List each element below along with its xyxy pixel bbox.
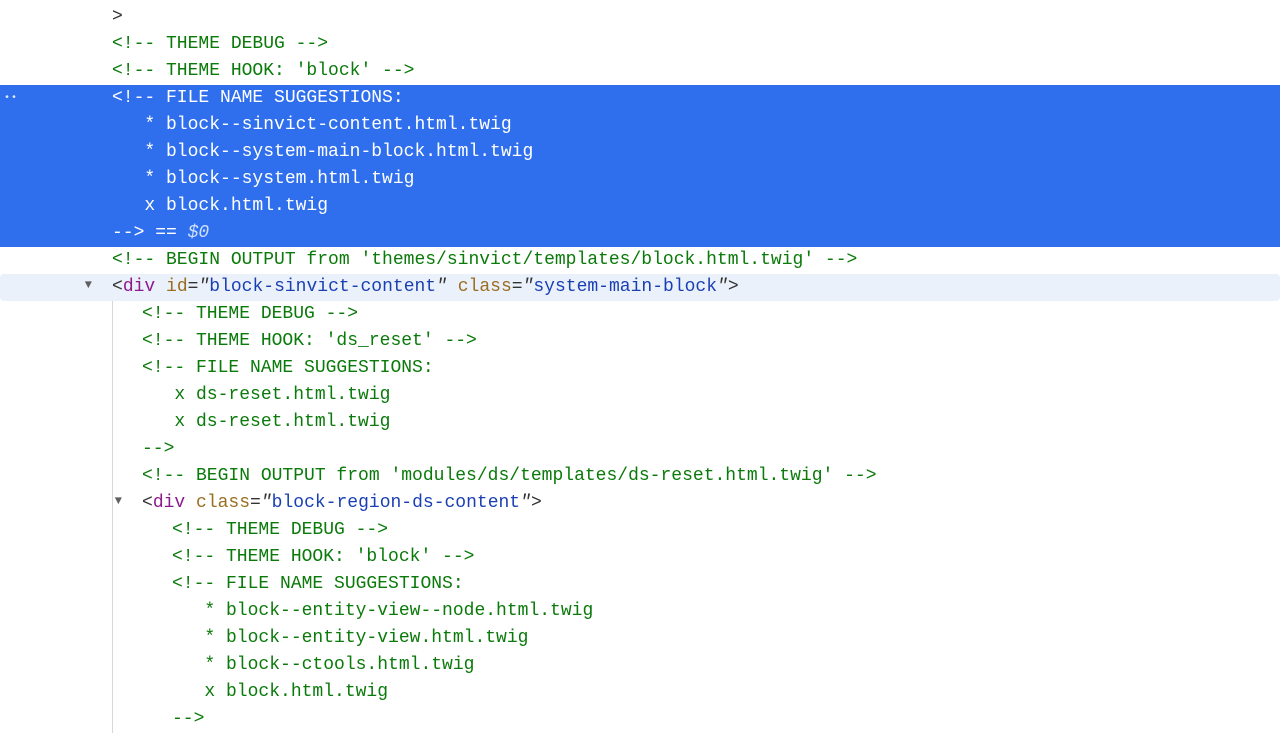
code-line-element[interactable]: ▼<div class="block-region-ds-content"> (0, 490, 1280, 517)
comment-suggestion: * block--entity-view--node.html.twig (92, 601, 593, 621)
attr-class: class (196, 493, 250, 513)
ellipsis-icon: •• (4, 91, 18, 106)
code-line-comment[interactable]: <!-- THEME DEBUG --> (0, 301, 1280, 328)
attr-class-value: system-main-block (533, 277, 717, 297)
code-line-comment[interactable]: <!-- THEME HOOK: 'ds_reset' --> (0, 328, 1280, 355)
comment-end: --> (92, 439, 174, 459)
code-line-comment[interactable]: --> (0, 436, 1280, 463)
comment-text: <!-- THEME DEBUG --> (92, 520, 388, 540)
stray-close: > (92, 7, 123, 27)
attr-class-value: block-region-ds-content (272, 493, 520, 513)
code-line-comment[interactable]: <!-- THEME DEBUG --> (0, 517, 1280, 544)
code-line-comment[interactable]: <!-- FILE NAME SUGGESTIONS: (0, 571, 1280, 598)
comment-text: <!-- THEME HOOK: 'ds_reset' --> (92, 331, 477, 351)
code-line-comment[interactable]: * block--entity-view.html.twig (0, 625, 1280, 652)
comment-text: <!-- THEME HOOK: 'block' --> (92, 61, 414, 81)
code-line[interactable]: > (0, 4, 1280, 31)
code-line-comment[interactable]: <!-- THEME DEBUG --> (0, 31, 1280, 58)
comment-text: <!-- FILE NAME SUGGESTIONS: (92, 574, 464, 594)
code-line-comment[interactable]: <!-- FILE NAME SUGGESTIONS: (0, 355, 1280, 382)
comment-text: <!-- THEME DEBUG --> (92, 304, 358, 324)
code-line-comment[interactable]: <!-- BEGIN OUTPUT from 'modules/ds/templ… (0, 463, 1280, 490)
code-line-selected[interactable]: •• <!-- FILE NAME SUGGESTIONS: (0, 85, 1280, 112)
comment-text: <!-- FILE NAME SUGGESTIONS: (92, 358, 434, 378)
code-line-selected[interactable]: * block--sinvict-content.html.twig (0, 112, 1280, 139)
comment-suggestion: * block--sinvict-content.html.twig (92, 115, 512, 135)
code-line-comment[interactable]: * block--entity-view--node.html.twig (0, 598, 1280, 625)
comment-end: --> (92, 709, 204, 729)
chevron-down-icon[interactable]: ▼ (85, 276, 92, 294)
comment-text: <!-- BEGIN OUTPUT from 'modules/ds/templ… (92, 466, 877, 486)
code-line-comment[interactable]: <!-- THEME HOOK: 'block' --> (0, 544, 1280, 571)
code-line-selected[interactable]: * block--system.html.twig (0, 166, 1280, 193)
attr-id-value: block-sinvict-content (209, 277, 436, 297)
dollar-zero: $0 (188, 223, 210, 243)
comment-suggestion: * block--system.html.twig (92, 169, 414, 189)
code-line-element[interactable]: ▼<div id="block-sinvict-content" class="… (0, 274, 1280, 301)
code-line-comment[interactable]: <!-- BEGIN OUTPUT from 'themes/sinvict/t… (0, 247, 1280, 274)
code-line-selected[interactable]: x block.html.twig (0, 193, 1280, 220)
attr-class: class (458, 277, 512, 297)
code-line-comment[interactable]: x ds-reset.html.twig (0, 382, 1280, 409)
comment-text: <!-- THEME DEBUG --> (92, 34, 328, 54)
comment-suggestion: x block.html.twig (92, 682, 388, 702)
code-line-comment[interactable]: <!-- THEME HOOK: 'block' --> (0, 58, 1280, 85)
comment-suggestion: * block--ctools.html.twig (92, 655, 474, 675)
code-line-comment[interactable]: x ds-reset.html.twig (0, 409, 1280, 436)
tag-name: div (153, 493, 185, 513)
code-line-selected[interactable]: * block--system-main-block.html.twig (0, 139, 1280, 166)
eq-ghost: == (144, 223, 187, 243)
comment-text: <!-- THEME HOOK: 'block' --> (92, 547, 474, 567)
comment-text: <!-- FILE NAME SUGGESTIONS: (92, 88, 404, 108)
code-line-comment[interactable]: x block.html.twig (0, 679, 1280, 706)
code-line-selected[interactable]: --> == $0 (0, 220, 1280, 247)
comment-end: --> (112, 223, 144, 243)
comment-suggestion: x ds-reset.html.twig (92, 412, 390, 432)
code-line-comment[interactable]: * block--ctools.html.twig (0, 652, 1280, 679)
comment-suggestion: * block--entity-view.html.twig (92, 628, 528, 648)
code-line-comment[interactable]: --> (0, 706, 1280, 733)
comment-suggestion: x ds-reset.html.twig (92, 385, 390, 405)
comment-text: <!-- BEGIN OUTPUT from 'themes/sinvict/t… (92, 250, 857, 270)
comment-suggestion: x block.html.twig (92, 196, 328, 216)
tag-name: div (123, 277, 155, 297)
comment-suggestion: * block--system-main-block.html.twig (92, 142, 533, 162)
attr-id: id (166, 277, 188, 297)
chevron-down-icon[interactable]: ▼ (115, 492, 122, 510)
